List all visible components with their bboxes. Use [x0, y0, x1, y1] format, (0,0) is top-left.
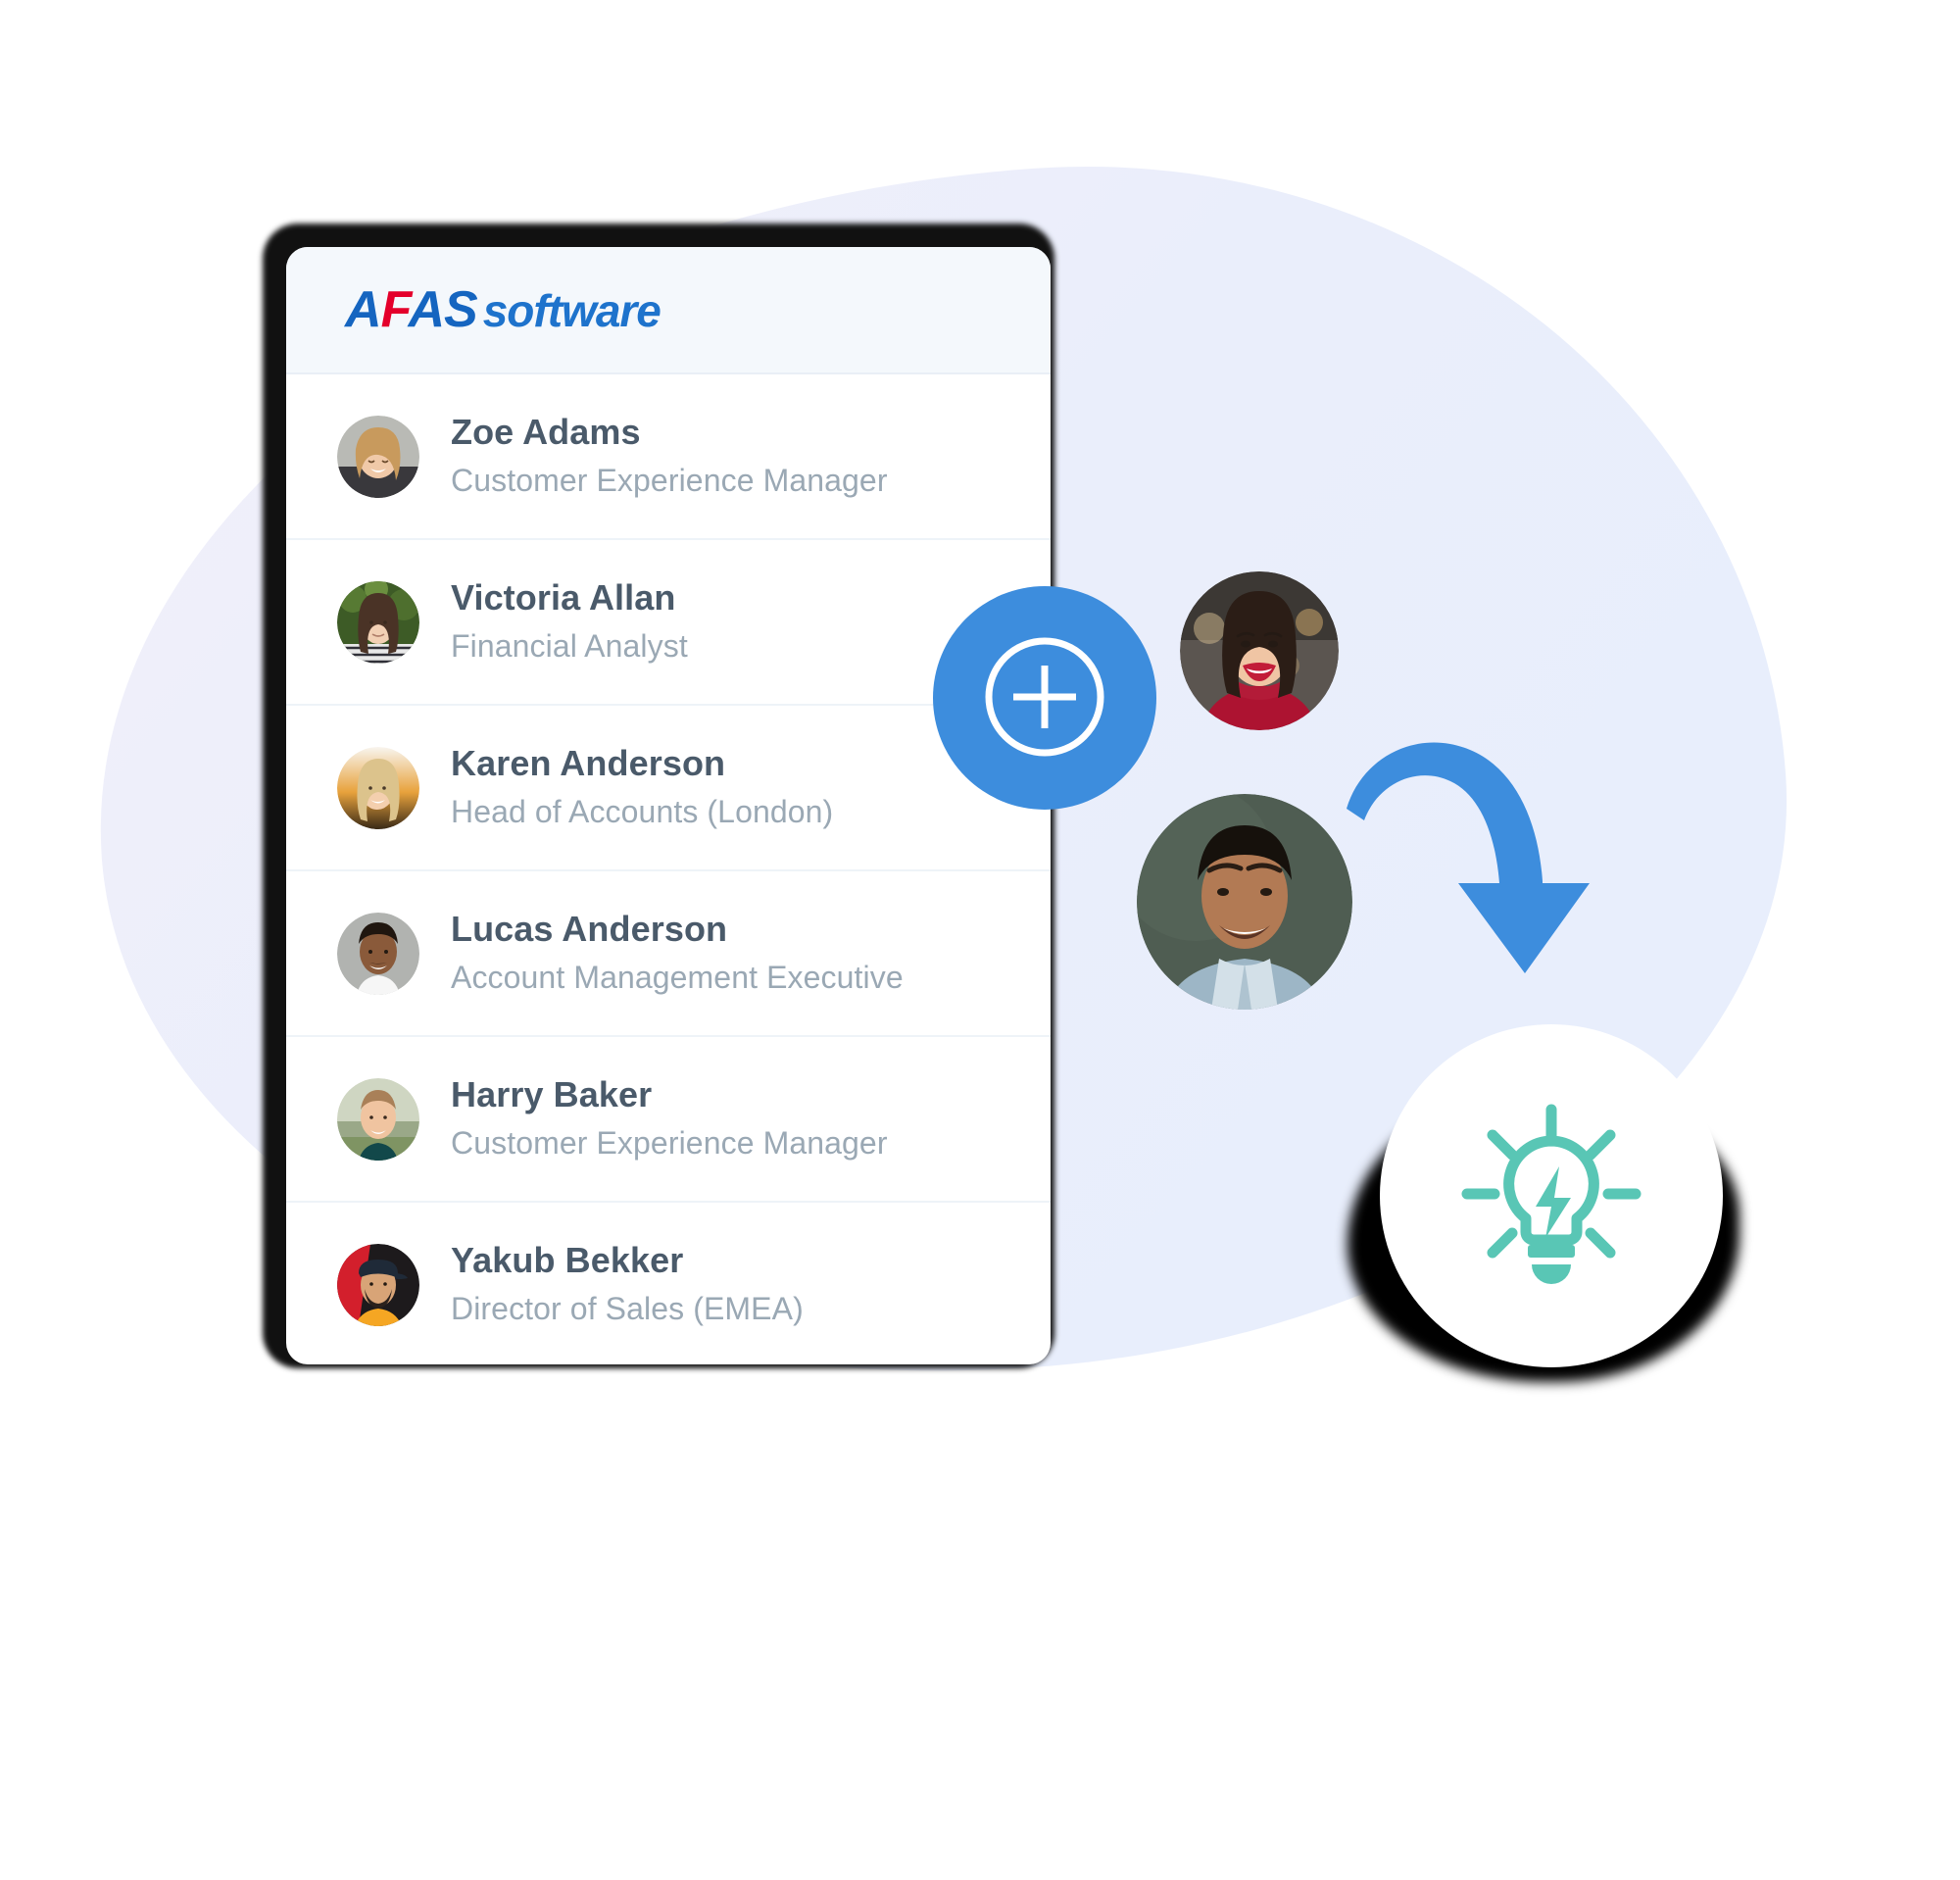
logo-letter-f: F [380, 281, 410, 338]
person-info: Karen Anderson Head of Accounts (London) [451, 741, 833, 833]
avatar [337, 912, 419, 995]
person-name: Lucas Anderson [451, 909, 728, 950]
table-row[interactable]: Lucas Anderson Account Management Execut… [286, 869, 1051, 1035]
avatar [337, 1243, 419, 1326]
avatar [337, 746, 419, 829]
person-role: Customer Experience Manager [451, 1125, 888, 1162]
person-info: Zoe Adams Customer Experience Manager [451, 410, 888, 502]
people-card: AFAS software Zoe Adams Customer Experie… [286, 247, 1051, 1364]
table-row[interactable]: Zoe Adams Customer Experience Manager [286, 372, 1051, 538]
people-list: Zoe Adams Customer Experience Manager Vi… [286, 372, 1051, 1364]
person-name: Harry Baker [451, 1074, 653, 1115]
person-role: Head of Accounts (London) [451, 794, 834, 830]
avatar [337, 415, 419, 498]
avatar [337, 580, 419, 664]
person-role: Account Management Executive [451, 960, 904, 996]
idea-badge [1380, 1024, 1723, 1367]
person-name: Zoe Adams [451, 412, 641, 453]
logo-word-software: software [482, 285, 662, 336]
afas-software-logo: AFAS software [345, 281, 662, 338]
person-role: Customer Experience Manager [451, 463, 888, 499]
curved-arrow-icon [1343, 720, 1637, 1014]
floating-avatar-man [1137, 794, 1352, 1010]
person-name: Victoria Allan [451, 577, 676, 618]
logo-letter-a: A [345, 281, 382, 338]
plus-circle-icon [980, 632, 1109, 765]
person-role: Director of Sales (EMEA) [451, 1291, 804, 1327]
table-row[interactable]: Karen Anderson Head of Accounts (London) [286, 704, 1051, 869]
table-row[interactable]: Harry Baker Customer Experience Manager [286, 1035, 1051, 1201]
person-info: Victoria Allan Financial Analyst [451, 575, 688, 668]
person-role: Financial Analyst [451, 628, 688, 665]
avatar [337, 1077, 419, 1161]
card-header: AFAS software [286, 247, 1051, 372]
person-info: Harry Baker Customer Experience Manager [451, 1072, 888, 1164]
lightbulb-icon [1453, 1096, 1649, 1297]
scene: AFAS software Zoe Adams Customer Experie… [0, 0, 1960, 1880]
person-name: Karen Anderson [451, 743, 726, 784]
table-row[interactable]: Yakub Bekker Director of Sales (EMEA) [286, 1201, 1051, 1364]
logo-letters-as: AS [408, 281, 477, 338]
person-info: Lucas Anderson Account Management Execut… [451, 907, 904, 999]
person-info: Yakub Bekker Director of Sales (EMEA) [451, 1238, 804, 1330]
add-person-button[interactable] [933, 586, 1156, 810]
person-name: Yakub Bekker [451, 1240, 684, 1281]
floating-avatar-woman [1180, 571, 1339, 730]
